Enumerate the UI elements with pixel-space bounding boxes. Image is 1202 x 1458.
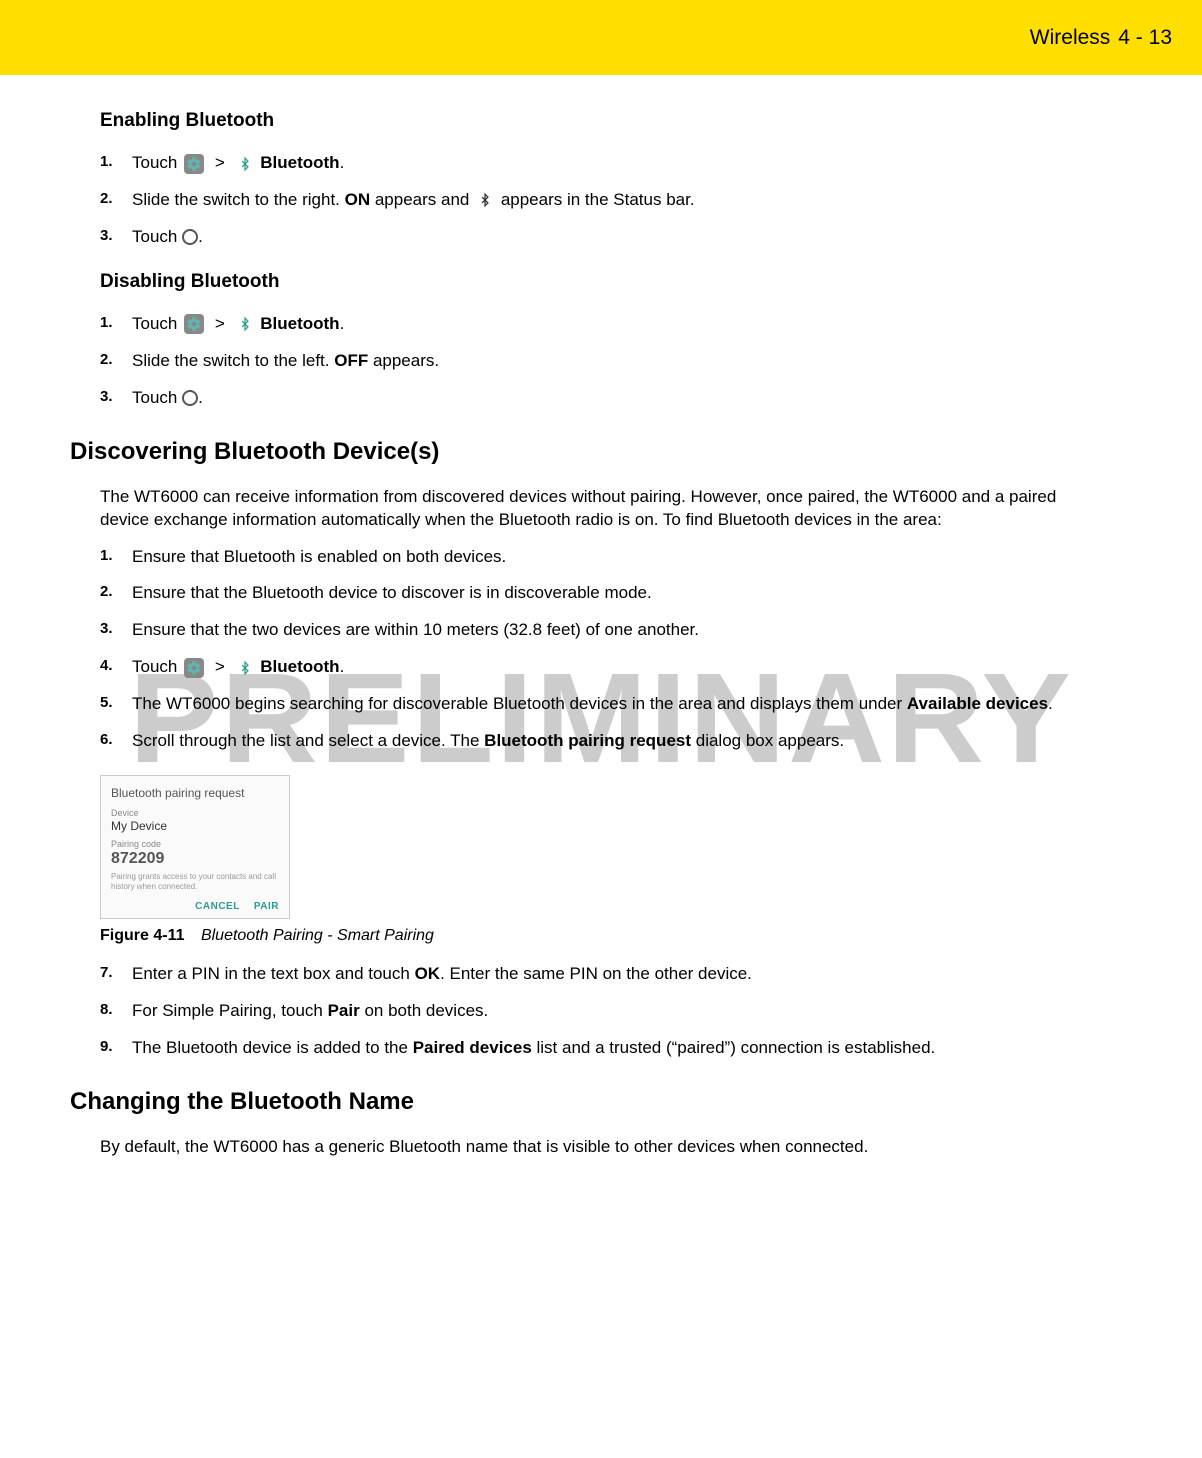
step-item: Ensure that the Bluetooth device to disc… (100, 582, 1102, 605)
figure-caption: Figure 4-11 Bluetooth Pairing - Smart Pa… (100, 927, 1102, 945)
heading-discovering-bluetooth: Discovering Bluetooth Device(s) (70, 438, 1102, 466)
steps-enabling-bluetooth: Touch > Bluetooth. Slide the switch to t… (100, 152, 1102, 249)
header-section: Wireless (1030, 26, 1111, 50)
bluetooth-icon (476, 189, 494, 211)
dialog-code-label: Pairing code (111, 839, 279, 849)
step-item: Enter a PIN in the text box and touch OK… (100, 963, 1102, 986)
bluetooth-icon (236, 313, 254, 335)
step-item: Slide the switch to the left. OFF appear… (100, 350, 1102, 373)
step-item: Slide the switch to the right. ON appear… (100, 189, 1102, 212)
step-item: Touch . (100, 226, 1102, 249)
steps-disabling-bluetooth: Touch > Bluetooth. Slide the switch to t… (100, 313, 1102, 410)
dialog-device-name: My Device (111, 819, 279, 833)
heading-changing-bluetooth-name: Changing the Bluetooth Name (70, 1088, 1102, 1116)
step-item: Touch > Bluetooth. (100, 313, 1102, 336)
intro-discovering: The WT6000 can receive information from … (100, 486, 1102, 532)
step-item: Touch . (100, 387, 1102, 410)
heading-enabling-bluetooth: Enabling Bluetooth (100, 110, 1102, 132)
bluetooth-icon (236, 153, 254, 175)
page-header: Wireless 4 - 13 (0, 0, 1202, 75)
gear-icon (184, 658, 204, 678)
step-item: Ensure that Bluetooth is enabled on both… (100, 546, 1102, 569)
heading-disabling-bluetooth: Disabling Bluetooth (100, 271, 1102, 293)
step-item: Touch > Bluetooth. (100, 152, 1102, 175)
pair-button[interactable]: PAIR (254, 901, 279, 912)
cancel-button[interactable]: CANCEL (195, 901, 240, 912)
steps-discovering: Ensure that Bluetooth is enabled on both… (100, 546, 1102, 754)
intro-changing-name: By default, the WT6000 has a generic Blu… (100, 1136, 1102, 1159)
step-item: The WT6000 begins searching for discover… (100, 693, 1102, 716)
dialog-note: Pairing grants access to your contacts a… (111, 872, 279, 891)
step-item: For Simple Pairing, touch Pair on both d… (100, 1000, 1102, 1023)
step-item: Touch > Bluetooth. (100, 656, 1102, 679)
bluetooth-icon (236, 657, 254, 679)
step-item: The Bluetooth device is added to the Pai… (100, 1037, 1102, 1060)
bluetooth-pairing-dialog: Bluetooth pairing request Device My Devi… (100, 775, 290, 919)
figure-dialog: Bluetooth pairing request Device My Devi… (100, 775, 1102, 919)
gear-icon (184, 154, 204, 174)
dialog-pairing-code: 872209 (111, 850, 279, 868)
dialog-device-label: Device (111, 808, 279, 818)
home-circle-icon (182, 390, 198, 406)
step-item: Ensure that the two devices are within 1… (100, 619, 1102, 642)
dialog-title: Bluetooth pairing request (111, 786, 279, 800)
home-circle-icon (182, 229, 198, 245)
steps-discovering-cont: Enter a PIN in the text box and touch OK… (100, 963, 1102, 1060)
step-item: Scroll through the list and select a dev… (100, 730, 1102, 753)
header-page: 4 - 13 (1118, 26, 1172, 50)
gear-icon (184, 314, 204, 334)
